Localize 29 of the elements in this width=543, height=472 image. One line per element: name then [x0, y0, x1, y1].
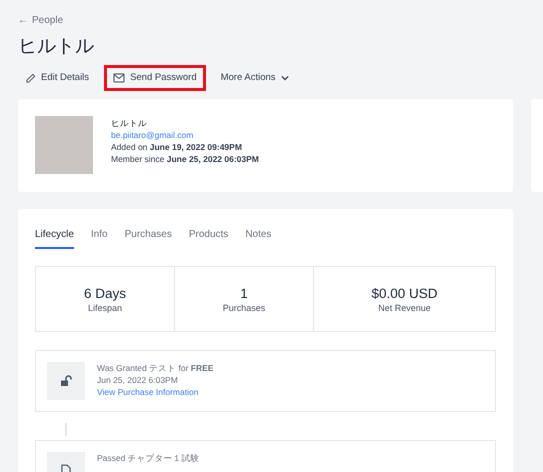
unlocked-padlock-icon — [60, 375, 72, 387]
tab[interactable]: Products — [188, 227, 228, 249]
stat-label: Lifespan — [88, 302, 122, 314]
added-date: Added on June 19, 2022 09:49PM — [111, 141, 243, 153]
tab[interactable]: Info — [90, 227, 108, 249]
photo-placeholder — [35, 116, 93, 174]
event-title: Was Granted テスト for FREE — [97, 362, 214, 374]
event-date: Jun 25, 2022 6:03PM — [97, 374, 179, 386]
tab[interactable]: Purchases — [124, 227, 172, 249]
profile-name: ヒルトル — [111, 117, 148, 129]
action-button[interactable]: Send Password — [104, 65, 206, 91]
stat-value: $0.00 USD — [371, 284, 438, 302]
view-purchase-link[interactable]: View Purchase Information — [97, 386, 214, 398]
stat-value: 6 Days — [84, 284, 126, 302]
mail-icon — [113, 73, 126, 83]
stat-label: Net Revenue — [378, 302, 431, 314]
event-title: Passed チャプター１試験 — [97, 452, 200, 464]
email-link[interactable]: be.piitaro@gmail.com — [111, 129, 259, 141]
page-title: ヒルトル — [18, 35, 94, 59]
caret-icon — [280, 75, 289, 81]
member-since-date: Member since June 25, 2022 06:03PM — [111, 153, 259, 165]
pencil-icon — [25, 72, 36, 84]
more-actions-dropdown[interactable]: More Actions — [212, 65, 298, 91]
stat-value: 1 — [240, 284, 248, 302]
action-button[interactable]: Edit Details — [16, 65, 98, 91]
stat-label: Purchases — [222, 302, 266, 314]
back-link[interactable]: ← People — [18, 13, 64, 28]
tab[interactable]: Notes — [245, 227, 272, 249]
tab[interactable]: Lifecycle — [35, 227, 74, 249]
